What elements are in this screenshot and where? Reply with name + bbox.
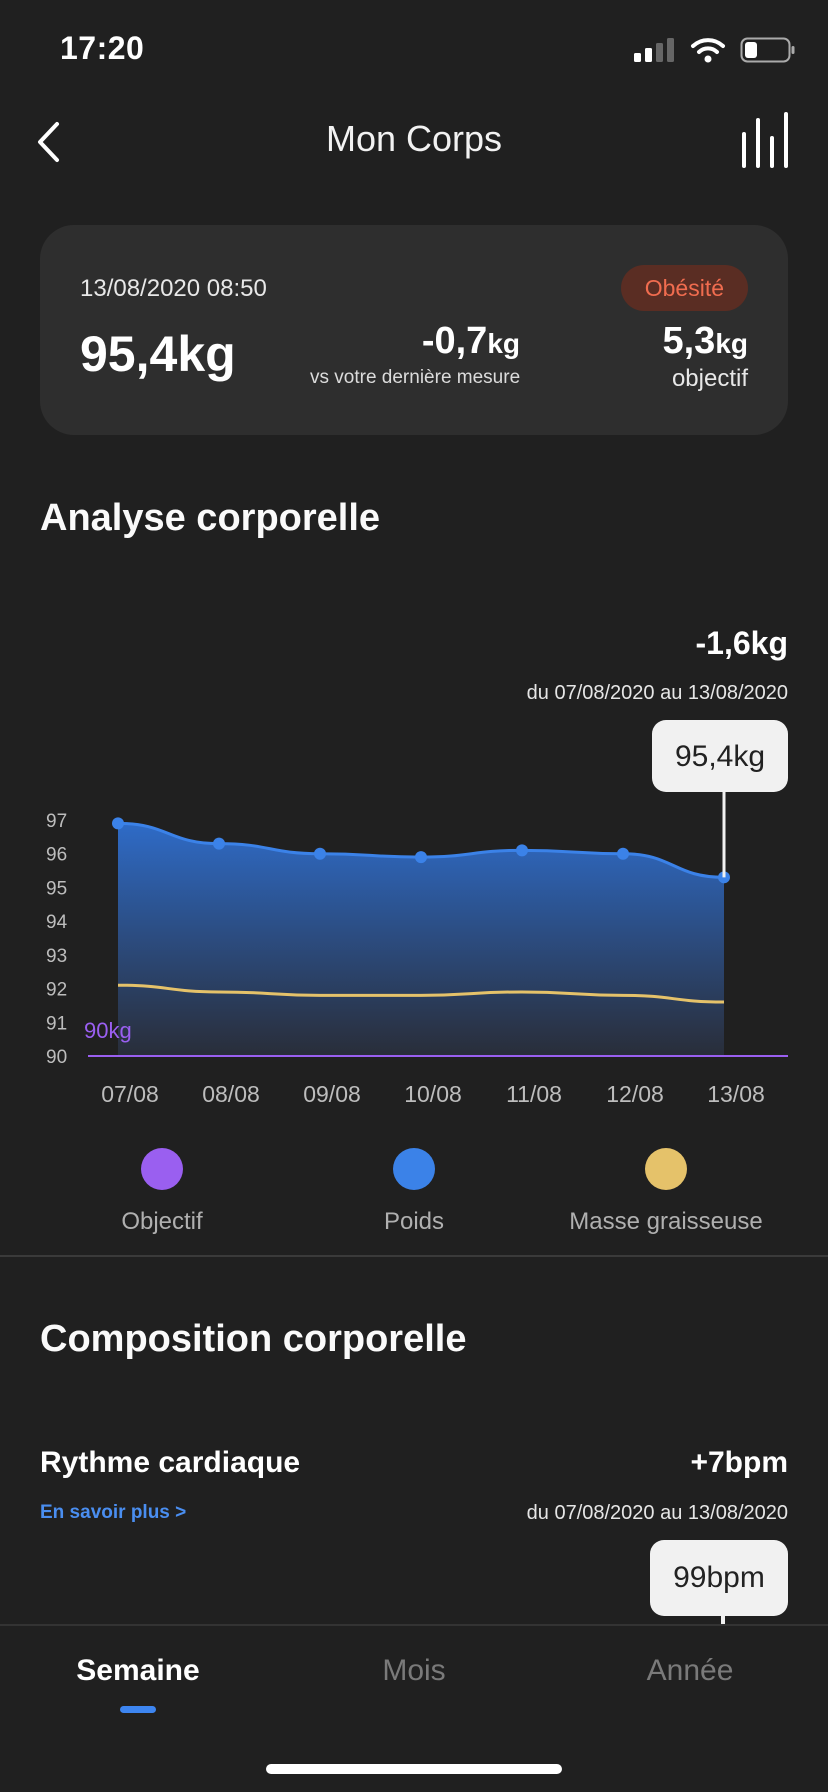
x-tick-label: 13/08 <box>707 1081 765 1107</box>
weight-point[interactable] <box>516 844 528 857</box>
y-tick-label: 97 <box>46 811 67 832</box>
learn-more-link[interactable]: En savoir plus > <box>40 1502 186 1524</box>
y-tick-label: 91 <box>46 1013 67 1034</box>
body-analysis-chart[interactable]: 97 96 95 94 93 92 91 90 07/08 08/08 09/08 10/08 11/0… <box>0 710 828 1110</box>
weight-delta: -0,7kg vs votre dernière mesure <box>310 320 520 389</box>
current-weight: 95,4kg <box>80 326 236 382</box>
goal-unit: kg <box>715 328 748 359</box>
heart-rate-tooltip: 99bpm <box>650 1540 788 1616</box>
x-tick-label: 08/08 <box>202 1081 260 1107</box>
status-time: 17:20 <box>60 30 145 66</box>
page-title: Mon Corps <box>325 118 503 159</box>
bar-chart-icon <box>742 112 788 168</box>
tab-mois[interactable]: Mois <box>276 1654 552 1688</box>
measure-date: 13/08/2020 08:50 <box>80 275 267 302</box>
signal-icon <box>634 38 674 62</box>
composition-title: Composition corporelle <box>40 1318 467 1360</box>
tab-annee[interactable]: Année <box>552 1654 828 1688</box>
legend-item-objectif[interactable]: Objectif <box>42 1148 282 1236</box>
x-tick-label: 09/08 <box>303 1081 361 1107</box>
y-tick-label: 92 <box>46 980 67 1001</box>
y-tick-label: 90 <box>46 1047 67 1068</box>
weight-point[interactable] <box>314 847 326 860</box>
home-indicator <box>266 1764 562 1774</box>
stats-button[interactable] <box>740 112 792 168</box>
goal-caption: objectif <box>671 365 748 392</box>
wifi-icon <box>691 38 725 63</box>
period-change: -1,6kg <box>695 625 788 661</box>
delta-caption: vs votre dernière mesure <box>310 367 521 388</box>
y-tick-label: 93 <box>46 946 67 967</box>
legend-item-poids[interactable]: Poids <box>294 1148 534 1236</box>
legend-dot <box>645 1148 687 1190</box>
weight-point[interactable] <box>213 837 225 850</box>
status-icons <box>632 36 796 64</box>
x-tick-label: 11/08 <box>506 1081 562 1107</box>
section-divider <box>0 1255 828 1257</box>
goal-remaining: 5,3kg objectif <box>662 320 748 393</box>
status-bar: 17:20 <box>0 0 828 100</box>
legend-item-masse-graisseuse[interactable]: Masse graisseuse <box>546 1148 786 1236</box>
y-tick-label: 96 <box>46 845 67 866</box>
period-range: du 07/08/2020 au 13/08/2020 <box>526 682 788 704</box>
x-tick-label: 10/08 <box>404 1081 462 1107</box>
goal-value: 5,3 <box>662 320 716 362</box>
delta-unit: kg <box>487 328 520 359</box>
weight-point[interactable] <box>415 851 427 864</box>
nav-bar: Mon Corps <box>0 100 828 184</box>
chart-legend: Objectif Poids Masse graisseuse <box>0 1148 828 1238</box>
tooltip-value: 95,4kg <box>675 740 765 773</box>
analysis-title: Analyse corporelle <box>40 497 381 539</box>
heart-rate-title: Rythme cardiaque <box>40 1446 301 1479</box>
legend-dot <box>393 1148 435 1190</box>
active-tab-indicator <box>120 1706 156 1713</box>
legend-label: Masse graisseuse <box>569 1208 763 1235</box>
legend-dot <box>141 1148 183 1190</box>
x-tick-label: 12/08 <box>606 1081 664 1107</box>
delta-value: -0,7 <box>421 320 488 362</box>
y-tick-label: 95 <box>46 878 67 899</box>
heart-rate-change: +7bpm <box>690 1446 788 1479</box>
x-tick-label: 07/08 <box>101 1081 159 1107</box>
weight-point[interactable] <box>617 847 629 860</box>
battery-icon <box>740 37 795 63</box>
y-tick-label: 94 <box>46 912 68 933</box>
legend-label: Objectif <box>121 1208 203 1235</box>
goal-label: 90kg <box>84 1018 132 1043</box>
summary-card[interactable]: 13/08/2020 08:50 95,4kg Obésité -0,7kg v… <box>40 225 788 435</box>
legend-label: Poids <box>383 1208 445 1235</box>
status-badge: Obésité <box>620 265 748 311</box>
heart-rate-range: du 07/08/2020 au 13/08/2020 <box>526 1502 788 1524</box>
weight-point[interactable] <box>112 817 124 830</box>
tab-semaine[interactable]: Semaine <box>0 1654 276 1688</box>
